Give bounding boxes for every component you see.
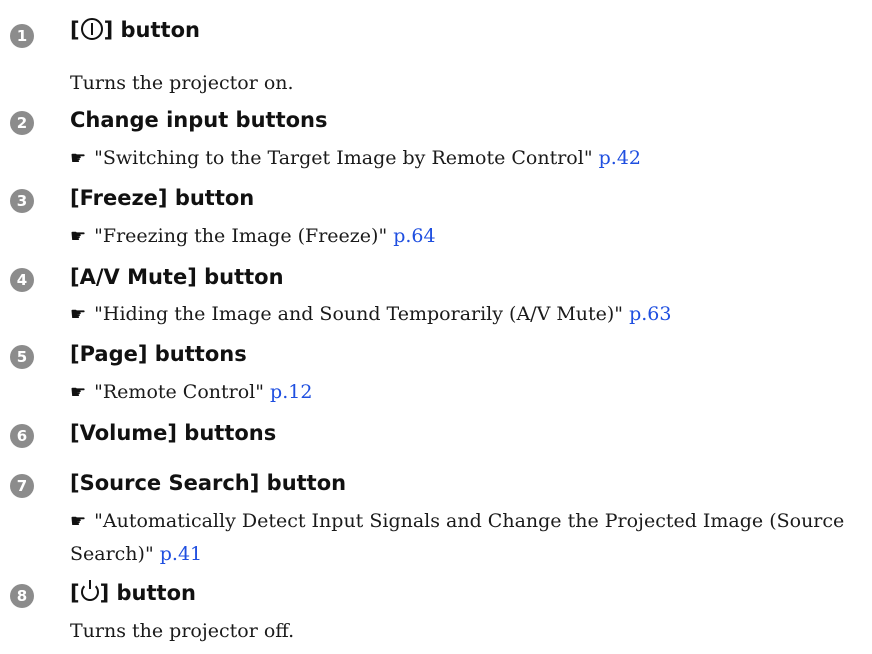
- heading-suffix: ] button: [99, 581, 196, 605]
- page-link[interactable]: p.64: [393, 225, 435, 247]
- item-heading: [Source Search] button: [70, 471, 347, 495]
- reference-title: "Hiding the Image and Sound Temporarily …: [94, 303, 624, 325]
- pointing-hand-icon: ☛: [70, 148, 87, 169]
- item-reference: ☛ "Switching to the Target Image by Remot…: [70, 142, 641, 175]
- reference-title: "Freezing the Image (Freeze)": [94, 225, 388, 247]
- page-link[interactable]: p.63: [629, 303, 671, 325]
- item-heading: Change input buttons: [70, 108, 328, 132]
- item-reference: ☛ "Freezing the Image (Freeze)" p.64: [70, 220, 436, 253]
- page-link[interactable]: p.12: [270, 381, 312, 403]
- page-link[interactable]: p.41: [160, 543, 202, 565]
- reference-title: "Switching to the Target Image by Remote…: [94, 147, 593, 169]
- item-reference: ☛ "Automatically Detect Input Signals and…: [70, 505, 850, 570]
- item-number-badge: 5: [10, 345, 34, 369]
- pointing-hand-icon: ☛: [70, 382, 87, 403]
- power-on-icon: [80, 18, 103, 40]
- item-number-badge: 8: [10, 584, 34, 608]
- heading-prefix: [: [70, 581, 80, 605]
- item-description: Turns the projector on.: [70, 72, 294, 94]
- item-heading: [Page] buttons: [70, 342, 247, 366]
- item-heading: [A/V Mute] button: [70, 265, 284, 289]
- item-number-badge: 3: [10, 189, 34, 213]
- item-heading: [ ] button: [70, 18, 200, 42]
- document-page: 1 [ ] button Turns the projector on. 2 Ch…: [0, 0, 872, 654]
- item-heading: [Freeze] button: [70, 186, 255, 210]
- item-description: Turns the projector off.: [70, 620, 295, 642]
- heading-suffix: ] button: [103, 18, 200, 42]
- page-link[interactable]: p.42: [599, 147, 641, 169]
- item-reference: ☛ "Hiding the Image and Sound Temporarily…: [70, 298, 672, 331]
- item-reference: ☛ "Remote Control" p.12: [70, 376, 312, 409]
- standby-icon: [80, 580, 99, 601]
- item-number-badge: 1: [10, 24, 34, 48]
- item-number-badge: 6: [10, 424, 34, 448]
- item-number-badge: 7: [10, 474, 34, 498]
- item-heading: [ ] button: [70, 580, 196, 605]
- item-heading: [Volume] buttons: [70, 421, 277, 445]
- pointing-hand-icon: ☛: [70, 511, 87, 532]
- pointing-hand-icon: ☛: [70, 304, 87, 325]
- item-number-badge: 2: [10, 111, 34, 135]
- item-number-badge: 4: [10, 268, 34, 292]
- heading-prefix: [: [70, 18, 80, 42]
- pointing-hand-icon: ☛: [70, 226, 87, 247]
- reference-title: "Remote Control": [94, 381, 264, 403]
